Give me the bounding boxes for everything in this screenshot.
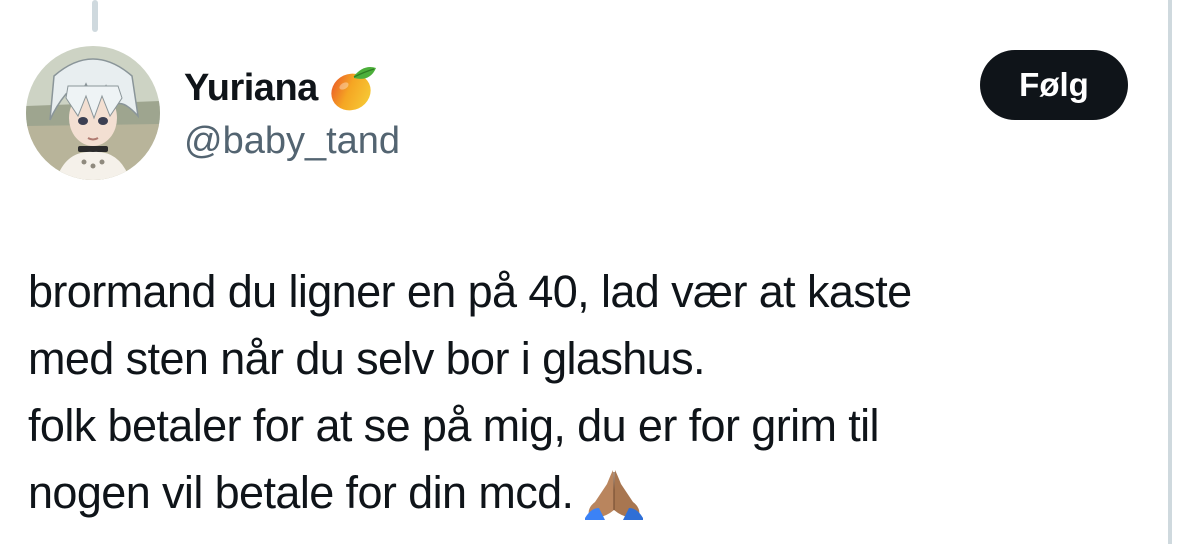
follow-button[interactable]: Følg — [980, 50, 1128, 120]
display-name[interactable]: Yuriana — [184, 67, 318, 110]
thread-connector-line — [92, 0, 98, 32]
panel-border — [1168, 0, 1172, 544]
avatar[interactable] — [26, 46, 160, 180]
name-row: Yuriana — [184, 60, 400, 116]
mango-emoji-icon — [331, 67, 376, 111]
user-handle[interactable]: @baby_tand — [184, 120, 400, 163]
folded-hands-emoji-icon — [585, 470, 644, 520]
avatar-image — [26, 46, 160, 180]
tweet-text-line: folk betaler for at se på mig, du er for… — [28, 400, 880, 451]
tweet-text-line: brormand du ligner en på 40, lad vær at … — [28, 266, 912, 317]
tweet-text-line: nogen vil betale for din mcd. — [28, 467, 574, 518]
tweet-text-last-line: nogen vil betale for din mcd. — [28, 459, 1138, 526]
tweet-header: Yuriana @baby_tand — [184, 60, 400, 163]
tweet-text: brormand du ligner en på 40, lad vær at … — [28, 258, 1138, 526]
tweet-text-line: med sten når du selv bor i glashus. — [28, 333, 705, 384]
